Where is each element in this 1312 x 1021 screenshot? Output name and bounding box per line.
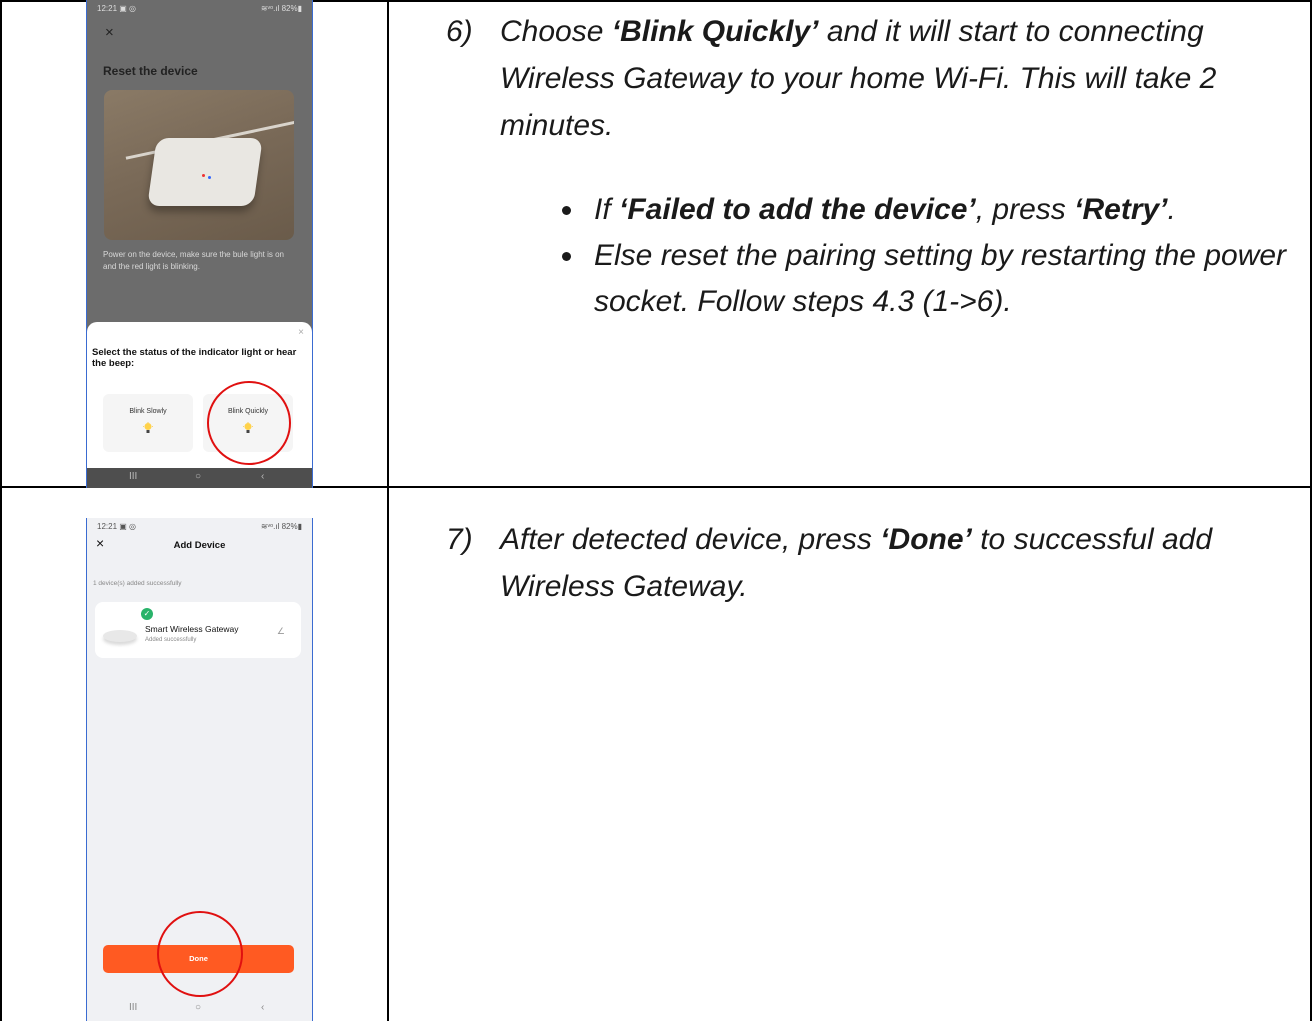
step-7-number: 7) [446,523,473,556]
gateway-photo [104,90,294,240]
back-icon[interactable]: ‹ [261,1002,264,1013]
bullet-retry: If ‘Failed to add the device’, press ‘Re… [562,187,1307,233]
step-7-text-a: After detected device, press [500,523,881,556]
status-time: 12:21 ▣ ◎ [97,522,137,531]
device-card[interactable]: ✓ Smart Wireless Gateway Added successfu… [95,602,301,658]
highlight-circle-done [157,911,243,997]
status-bar: 12:21 ▣ ◎ ≋ᵛᵒ.ıl 82%▮ [87,0,312,18]
step-6-bullets: If ‘Failed to add the device’, press ‘Re… [562,187,1307,325]
android-nav-bar: III ○ ‹ [87,999,312,1019]
home-icon[interactable]: ○ [195,471,201,482]
success-check-icon: ✓ [141,608,153,620]
bulb-icon [143,422,153,433]
back-icon[interactable]: ‹ [261,471,264,482]
bullet-1-b: , press [975,193,1075,226]
step-6-number: 6) [446,15,473,48]
red-led [202,174,205,177]
close-icon[interactable]: × [105,24,114,41]
gateway-device-icon [103,630,137,642]
bullet-2-text: Else reset the pairing setting by restar… [594,239,1287,318]
bullet-1-highlight: ‘Failed to add the device’ [619,193,976,226]
table-border-left [0,0,2,1021]
bullet-dot [562,206,571,215]
status-icons: ≋ᵛᵒ.ıl 82%▮ [260,4,302,13]
bullet-reset: Else reset the pairing setting by restar… [562,233,1307,325]
edit-icon[interactable]: ∠ [277,626,285,637]
recents-icon[interactable]: III [129,471,137,482]
bullet-1-retry: ‘Retry’ [1074,193,1168,226]
status-time: 12:21 ▣ ◎ [97,4,137,13]
gateway-device-shape [147,138,263,206]
sheet-question: Select the status of the indicator light… [92,347,297,369]
page-title: Add Device [173,540,226,551]
bullet-1-c: . [1167,193,1176,226]
bullet-1-a: If [594,193,620,226]
blink-slowly-label: Blink Slowly [129,408,167,415]
step-7-text: After detected device, press ‘Done’ to s… [500,516,1306,610]
blink-slowly-option[interactable]: Blink Slowly [103,394,193,452]
step-7-highlight: ‘Done’ [880,523,972,556]
home-icon[interactable]: ○ [195,1002,201,1013]
bullet-dot [562,252,571,261]
status-icons: ≋ᵛᵒ.ıl 82%▮ [260,522,302,531]
device-status: Added successfully [145,637,197,643]
android-nav-bar: III ○ ‹ [87,468,312,488]
page-title: Reset the device [103,64,198,78]
table-column-divider [387,0,389,1021]
blue-led [208,176,211,179]
recents-icon[interactable]: III [129,1002,137,1013]
step-6-highlight: ‘Blink Quickly’ [611,15,819,48]
device-name: Smart Wireless Gateway [145,624,239,634]
status-bar: 12:21 ▣ ◎ ≋ᵛᵒ.ıl 82%▮ [87,518,312,536]
step-6-text: Choose ‘Blink Quickly’ and it will start… [500,8,1306,149]
step-6-text-a: Choose [500,15,612,48]
highlight-circle-blink-quickly [207,381,291,465]
added-count: 1 device(s) added successfully [93,580,182,587]
sheet-close-icon[interactable]: × [298,327,304,338]
reset-description: Power on the device, make sure the bule … [103,250,284,271]
